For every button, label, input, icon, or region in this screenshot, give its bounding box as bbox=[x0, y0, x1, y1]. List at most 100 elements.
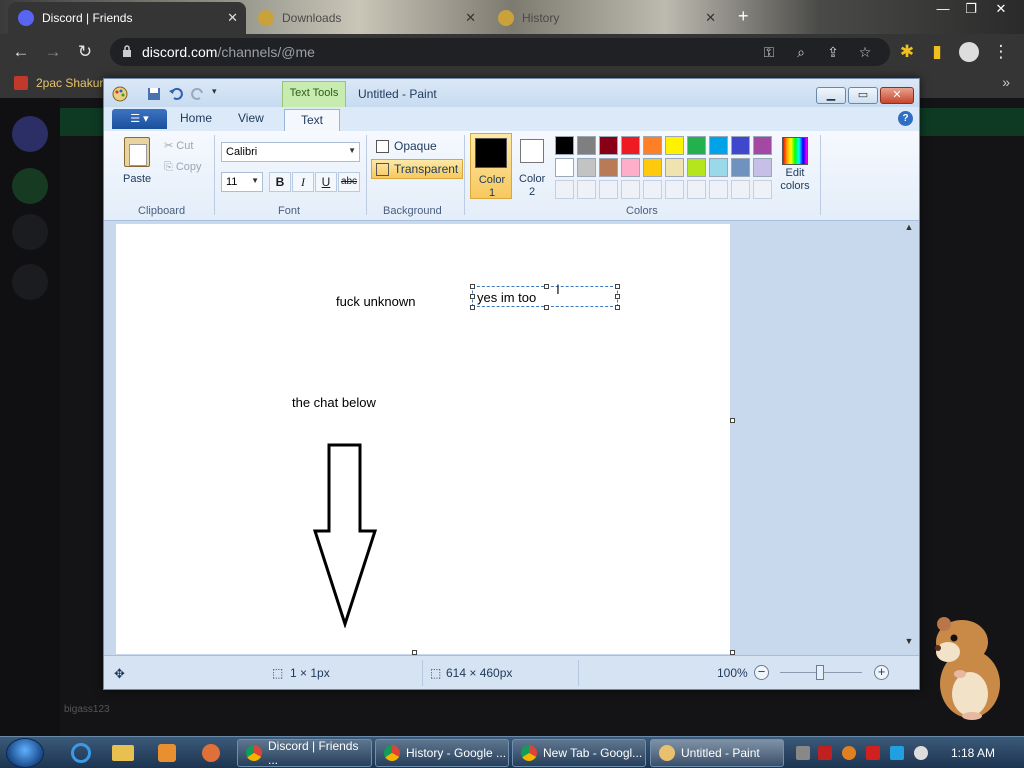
discord-home-icon[interactable] bbox=[12, 116, 48, 152]
resize-handle[interactable] bbox=[615, 294, 620, 299]
custom-color-slot[interactable] bbox=[621, 180, 640, 199]
palette-swatch[interactable] bbox=[643, 136, 662, 155]
custom-color-slot[interactable] bbox=[599, 180, 618, 199]
color-1-button[interactable]: Color 1 bbox=[470, 133, 512, 199]
undo-icon[interactable] bbox=[168, 86, 184, 102]
taskbar-clock[interactable]: 1:18 AM bbox=[951, 746, 995, 760]
resize-handle[interactable] bbox=[470, 305, 475, 310]
palette-swatch[interactable] bbox=[555, 158, 574, 177]
tray-display-icon[interactable] bbox=[890, 746, 904, 760]
custom-color-slot[interactable] bbox=[665, 180, 684, 199]
resize-handle[interactable] bbox=[470, 294, 475, 299]
zoom-in-icon[interactable]: + bbox=[874, 665, 889, 680]
custom-color-slot[interactable] bbox=[555, 180, 574, 199]
text-selection-box[interactable]: yes im too bbox=[470, 284, 620, 310]
profile-avatar-icon[interactable] bbox=[958, 42, 980, 64]
custom-color-slot[interactable] bbox=[731, 180, 750, 199]
custom-color-slot[interactable] bbox=[709, 180, 728, 199]
tray-search-icon[interactable] bbox=[842, 746, 856, 760]
side-panel-icon[interactable]: ▮ bbox=[926, 42, 948, 64]
quick-access-dropdown-icon[interactable]: ▾ bbox=[212, 86, 217, 97]
tab-home[interactable]: Home bbox=[180, 111, 212, 125]
custom-color-slot[interactable] bbox=[753, 180, 772, 199]
forward-icon[interactable]: → bbox=[42, 42, 64, 64]
start-button[interactable] bbox=[6, 738, 44, 768]
palette-swatch[interactable] bbox=[621, 158, 640, 177]
maximize-button[interactable]: ▭ bbox=[848, 87, 878, 104]
bookmark-item[interactable]: 2pac Shakur bbox=[14, 76, 103, 90]
zoom-slider-thumb[interactable] bbox=[816, 665, 824, 680]
underline-button[interactable]: U bbox=[315, 172, 337, 192]
taskbar-app-paint[interactable]: Untitled - Paint bbox=[650, 739, 784, 767]
palette-swatch[interactable] bbox=[687, 158, 706, 177]
reload-icon[interactable]: ↻ bbox=[74, 42, 96, 64]
color-2-button[interactable]: Color 2 bbox=[514, 133, 550, 199]
custom-color-slot[interactable] bbox=[577, 180, 596, 199]
palette-swatch[interactable] bbox=[753, 136, 772, 155]
close-window-icon[interactable]: ✕ bbox=[986, 0, 1016, 18]
download-apps-icon[interactable] bbox=[12, 264, 48, 300]
palette-swatch[interactable] bbox=[577, 136, 596, 155]
tray-volume-icon[interactable] bbox=[914, 746, 928, 760]
taskbar-app-new-tab[interactable]: New Tab - Googl... bbox=[512, 739, 646, 767]
resize-handle[interactable] bbox=[544, 305, 549, 310]
taskbar-app-discord[interactable]: Discord | Friends ... bbox=[237, 739, 372, 767]
palette-swatch[interactable] bbox=[709, 136, 728, 155]
minimize-button[interactable]: ▁ bbox=[816, 87, 846, 104]
palette-swatch[interactable] bbox=[687, 136, 706, 155]
tray-flag-icon[interactable] bbox=[866, 746, 880, 760]
taskbar-app-history[interactable]: History - Google ... bbox=[375, 739, 509, 767]
copy-button[interactable]: ⎘ Copy bbox=[164, 161, 202, 174]
close-tab-icon[interactable]: ✕ bbox=[465, 10, 476, 26]
scroll-down-icon[interactable]: ▼ bbox=[903, 636, 915, 646]
resize-handle[interactable] bbox=[615, 305, 620, 310]
cut-button[interactable]: ✂ Cut bbox=[164, 139, 193, 152]
file-explorer-icon[interactable] bbox=[104, 740, 142, 766]
resize-handle[interactable] bbox=[470, 284, 475, 289]
explore-icon[interactable] bbox=[12, 214, 48, 250]
italic-button[interactable]: I bbox=[292, 172, 314, 192]
paint-app-icon[interactable] bbox=[112, 86, 128, 102]
share-icon[interactable]: ⇪ bbox=[824, 43, 842, 61]
strikethrough-button[interactable]: abc bbox=[338, 172, 360, 192]
minimize-icon[interactable]: — bbox=[928, 0, 958, 18]
zoom-icon[interactable]: ⌕ bbox=[792, 43, 810, 61]
custom-color-slot[interactable] bbox=[643, 180, 662, 199]
address-bar[interactable]: discord.com/channels/@me ⚿ ⌕ ⇪ ☆ bbox=[110, 38, 890, 66]
close-tab-icon[interactable]: ✕ bbox=[227, 10, 238, 26]
paint-pinned-icon[interactable] bbox=[192, 740, 230, 766]
palette-swatch[interactable] bbox=[709, 158, 728, 177]
tab-text[interactable]: Text bbox=[284, 109, 341, 132]
back-icon[interactable]: ← bbox=[10, 42, 32, 64]
close-tab-icon[interactable]: ✕ bbox=[705, 10, 716, 26]
bookmarks-overflow-icon[interactable]: » bbox=[1002, 74, 1010, 90]
key-icon[interactable]: ⚿ bbox=[760, 43, 778, 61]
palette-swatch[interactable] bbox=[577, 158, 596, 177]
palette-swatch[interactable] bbox=[665, 136, 684, 155]
resize-handle[interactable] bbox=[615, 284, 620, 289]
add-server-icon[interactable] bbox=[12, 168, 48, 204]
tray-app-icon[interactable] bbox=[796, 746, 810, 760]
palette-swatch[interactable] bbox=[643, 158, 662, 177]
paste-icon[interactable] bbox=[124, 137, 150, 167]
menu-kebab-icon[interactable]: ⋮ bbox=[990, 42, 1012, 64]
extensions-icon[interactable]: ✱ bbox=[896, 42, 918, 64]
palette-swatch[interactable] bbox=[555, 136, 574, 155]
paste-button[interactable]: Paste bbox=[123, 173, 151, 185]
transparent-button[interactable]: Transparent bbox=[371, 159, 464, 179]
new-tab-button[interactable]: + bbox=[738, 6, 749, 27]
font-size-select[interactable]: 11 ▼ bbox=[221, 172, 263, 192]
palette-swatch[interactable] bbox=[753, 158, 772, 177]
palette-swatch[interactable] bbox=[621, 136, 640, 155]
drawing-canvas[interactable]: fuck unknown the chat below yes im too I bbox=[116, 224, 730, 654]
opaque-button[interactable]: Opaque bbox=[371, 136, 442, 156]
vertical-scrollbar[interactable]: ▲ ▼ bbox=[903, 222, 915, 655]
edit-colors-button[interactable]: Edit colors bbox=[779, 135, 811, 201]
palette-swatch[interactable] bbox=[731, 136, 750, 155]
help-icon[interactable]: ? bbox=[898, 111, 913, 126]
bold-button[interactable]: B bbox=[269, 172, 291, 192]
font-family-select[interactable]: Calibri ▼ bbox=[221, 142, 360, 162]
scroll-up-icon[interactable]: ▲ bbox=[903, 222, 915, 232]
media-player-icon[interactable] bbox=[148, 740, 186, 766]
bookmark-star-icon[interactable]: ☆ bbox=[856, 43, 874, 61]
